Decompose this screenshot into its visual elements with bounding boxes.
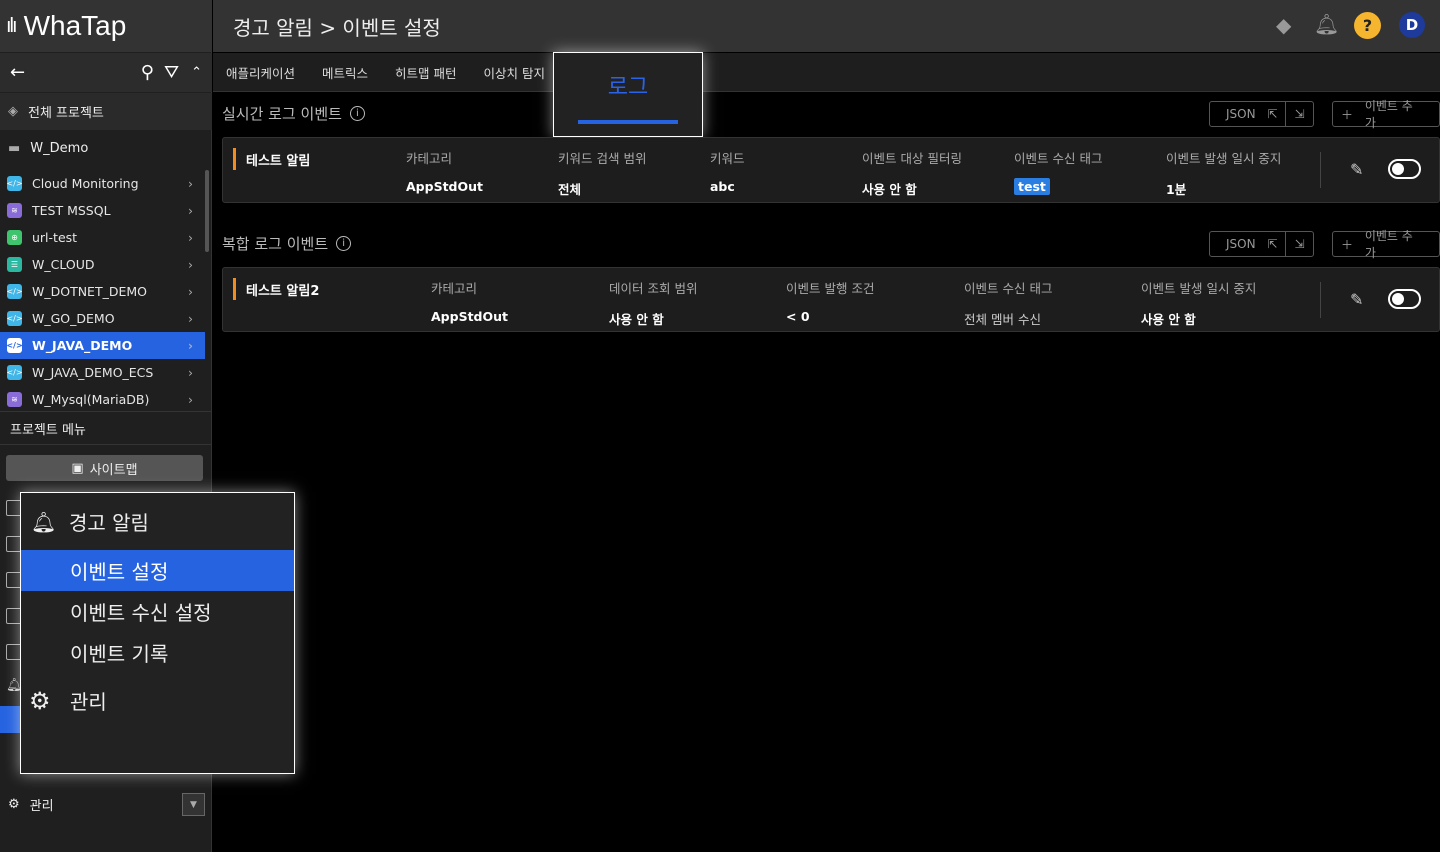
bell-icon[interactable]: 🔔︎	[1314, 12, 1339, 36]
popup-heading: 🔔︎ 경고 알림	[31, 509, 149, 536]
project-item[interactable]: </> W_DOTNET_DEMO ›	[0, 278, 205, 305]
event-card: 테스트 알림 카테고리 AppStdOut 키워드 검색 범위 전체 키워드 abc …	[222, 137, 1440, 203]
project-name: W_CLOUD	[32, 257, 95, 272]
chevron-right-icon: ›	[188, 392, 193, 407]
back-arrow-icon[interactable]: ←	[10, 62, 25, 83]
avatar[interactable]: D	[1399, 12, 1425, 38]
theme-paint-icon[interactable]: ◆	[1276, 13, 1291, 37]
tab-bar: 애플리케이션 메트릭스 히트맵 패턴 이상치 탐지	[213, 53, 1440, 92]
gear-icon: ⚙	[29, 686, 51, 715]
json-import-button[interactable]: ⇲	[1286, 232, 1312, 256]
menu-item-event-receive-settings[interactable]: 이벤트 수신 설정	[21, 591, 294, 632]
help-icon[interactable]: ?	[1354, 12, 1381, 39]
chevron-right-icon: ›	[188, 365, 193, 380]
alert-menu-popup: 🔔︎ 경고 알림 이벤트 설정 이벤트 수신 설정 이벤트 기록 ⚙ 관리	[20, 492, 295, 774]
database-icon: ≋	[7, 203, 22, 218]
chevron-right-icon: ›	[188, 230, 193, 245]
composite-section-title: 복합 로그 이벤트 i	[222, 233, 352, 254]
json-export-button[interactable]: JSON ⇱	[1210, 102, 1287, 126]
sitemap-icon: ▣	[71, 460, 84, 476]
tab-metrics[interactable]: 메트릭스	[322, 63, 368, 82]
edit-icon[interactable]: ✎	[1350, 160, 1363, 179]
project-item[interactable]: ≋ W_Mysql(MariaDB) ›	[0, 386, 205, 413]
search-icon[interactable]: ⚲	[141, 62, 154, 83]
menu-item-event-history[interactable]: 이벤트 기록	[21, 632, 294, 673]
project-item[interactable]: ≋ TEST MSSQL ›	[0, 197, 205, 224]
gear-icon: ⚙	[8, 796, 20, 812]
event-name: 테스트 알림	[233, 148, 310, 170]
tab-anomaly[interactable]: 이상치 탐지	[484, 63, 545, 82]
tab-application[interactable]: 애플리케이션	[226, 63, 295, 82]
divider	[1320, 152, 1321, 188]
event-name: 테스트 알림2	[233, 278, 319, 300]
project-item[interactable]: ☰ W_CLOUD ›	[0, 251, 205, 278]
code-icon: </>	[6, 176, 23, 191]
chevron-right-icon: ›	[188, 257, 193, 272]
divider	[1320, 282, 1321, 318]
menu-item-manage[interactable]: ⚙ 관리	[21, 680, 294, 721]
sidebar-toolbar: ← ⚲ ⛛ ⌃	[0, 53, 212, 92]
header: 경고 알림 > 이벤트 설정 ◆ 🔔︎ ? D	[213, 0, 1440, 52]
chevron-up-icon[interactable]: ⌃	[191, 65, 202, 80]
globe-icon: ⊕	[7, 230, 22, 245]
info-icon[interactable]: i	[336, 236, 352, 251]
project-name: url-test	[32, 230, 78, 245]
chevron-right-icon: ›	[188, 284, 193, 299]
page-title: 경고 알림 > 이벤트 설정	[233, 15, 441, 40]
active-tab-underline	[578, 120, 678, 124]
project-item[interactable]: </> W_JAVA_DEMO ›	[0, 332, 205, 359]
bell-icon: 🔔︎	[31, 509, 57, 534]
code-icon: </>	[6, 311, 23, 326]
tab-heatmap[interactable]: 히트맵 패턴	[395, 63, 456, 82]
project-group[interactable]: ▬ W_Demo	[0, 131, 212, 165]
code-icon: </>	[6, 284, 23, 299]
active-menu-indicator	[0, 706, 20, 733]
project-menu-heading: 프로젝트 메뉴	[0, 411, 212, 445]
project-name: W_JAVA_DEMO_ECS	[32, 365, 154, 380]
layers-icon: ◈	[8, 104, 18, 119]
tab-log[interactable]: 로그	[553, 52, 703, 137]
menu-item-event-settings[interactable]: 이벤트 설정	[21, 550, 294, 591]
info-icon[interactable]: i	[349, 106, 365, 121]
project-item[interactable]: </> W_GO_DEMO ›	[0, 305, 205, 332]
project-item[interactable]: ⊕ url-test ›	[0, 224, 205, 251]
project-name: W_Mysql(MariaDB)	[32, 392, 150, 407]
project-item[interactable]: </> W_JAVA_DEMO_ECS ›	[0, 359, 205, 386]
whatap-bars-icon: ılı	[6, 14, 17, 37]
tag-badge: test	[1014, 178, 1050, 195]
json-button-group: JSON ⇱ ⇲	[1209, 101, 1314, 127]
sidebar-manage-item[interactable]: ⚙ 관리	[0, 792, 212, 816]
chevron-right-icon: ›	[187, 338, 193, 353]
filter-icon[interactable]: ⛛	[164, 62, 179, 83]
scrollbar[interactable]	[205, 170, 209, 252]
project-name: Cloud Monitoring	[32, 176, 139, 191]
code-icon: </>	[6, 338, 23, 353]
chevron-right-icon: ›	[188, 176, 193, 191]
database-icon: ≋	[7, 392, 22, 407]
add-event-button[interactable]: ＋ 이벤트 추가	[1332, 99, 1440, 130]
project-name: W_GO_DEMO	[32, 311, 115, 326]
folder-icon: ▬	[8, 140, 21, 156]
realtime-section-title: 실시간 로그 이벤트 i	[222, 103, 365, 124]
project-name: W_DOTNET_DEMO	[32, 284, 147, 299]
json-export-button[interactable]: JSON ⇱	[1210, 232, 1287, 256]
project-name: W_JAVA_DEMO	[32, 338, 133, 353]
dropdown-toggle[interactable]: ▼	[182, 793, 205, 816]
enable-toggle[interactable]	[1388, 159, 1421, 179]
json-button-group: JSON ⇱ ⇲	[1209, 231, 1314, 257]
project-item[interactable]: </> Cloud Monitoring ›	[0, 170, 205, 197]
chevron-right-icon: ›	[188, 311, 193, 326]
enable-toggle[interactable]	[1388, 289, 1421, 309]
all-projects-item[interactable]: ◈ 전체 프로젝트	[0, 93, 212, 130]
json-import-button[interactable]: ⇲	[1286, 102, 1312, 126]
edit-icon[interactable]: ✎	[1350, 290, 1363, 309]
event-card: 테스트 알림2 카테고리 AppStdOut 데이터 조회 범위 사용 안 함 이벤…	[222, 267, 1440, 332]
code-icon: </>	[6, 365, 23, 380]
server-icon: ☰	[7, 257, 22, 272]
add-event-button[interactable]: ＋ 이벤트 추가	[1332, 229, 1440, 260]
chevron-right-icon: ›	[188, 203, 193, 218]
sitemap-button[interactable]: ▣ 사이트맵	[6, 455, 203, 481]
logo[interactable]: ılı WhaTap	[0, 0, 212, 52]
project-name: TEST MSSQL	[32, 203, 111, 218]
